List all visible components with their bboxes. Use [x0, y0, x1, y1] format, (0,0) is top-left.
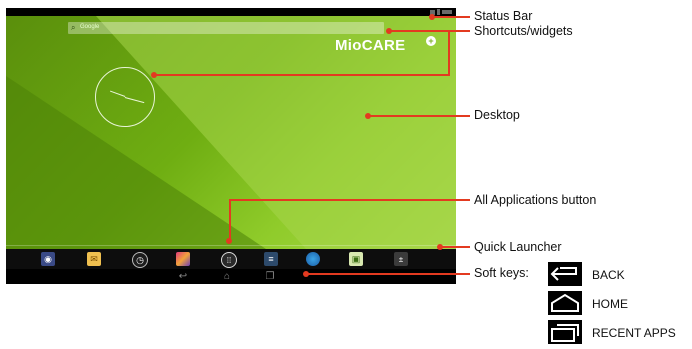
all-apps-icon[interactable]: ⁞⁞	[221, 252, 237, 268]
all-apps-callout-vertical	[229, 199, 231, 241]
shortcuts-callout-line	[390, 30, 470, 32]
desktop-label: Desktop	[474, 108, 520, 122]
browser-icon[interactable]	[306, 252, 320, 266]
clock-readout-icon	[442, 10, 452, 14]
all-apps-callout-line	[229, 199, 470, 201]
soft-keys-label: Soft keys:	[474, 266, 529, 280]
soft-keys-callout-dot	[303, 271, 309, 277]
status-bar-callout-dot	[429, 14, 435, 20]
status-bar-callout-line	[432, 16, 470, 18]
back-key-legend-icon	[548, 262, 582, 286]
back-key-icon[interactable]: ↩	[176, 271, 190, 282]
brand-plus-icon: +	[426, 36, 436, 46]
shortcuts-callout-dot-a	[386, 28, 392, 34]
gallery-icon[interactable]	[176, 252, 190, 266]
home-key-legend-icon	[548, 291, 582, 315]
camera-icon[interactable]: ◉	[41, 252, 55, 266]
desktop-callout-dot	[365, 113, 371, 119]
analog-clock-widget[interactable]	[95, 67, 155, 127]
home-key-icon[interactable]: ⌂	[220, 271, 234, 282]
desktop-callout-line	[368, 115, 470, 117]
status-bar	[6, 8, 456, 16]
clock-hour-hand	[109, 90, 126, 97]
shortcuts-label: Shortcuts/widgets	[474, 24, 573, 38]
clock-minute-hand	[124, 97, 145, 104]
quick-launcher-label: Quick Launcher	[474, 240, 562, 254]
recent-apps-key-legend-icon	[548, 320, 582, 344]
quick-launcher-callout-dot	[437, 244, 443, 250]
battery-icon	[437, 9, 440, 15]
soft-keys-bar: ↩ ⌂ ❐	[6, 269, 456, 284]
all-apps-label: All Applications button	[474, 193, 597, 207]
calculator-icon[interactable]: ±	[394, 252, 408, 266]
back-legend-label: BACK	[592, 268, 625, 282]
search-hint: Google	[80, 24, 100, 30]
launcher-icon[interactable]: ▣	[349, 252, 363, 266]
shortcuts-callout-vertical	[448, 30, 450, 75]
quick-launcher-callout-line	[440, 246, 470, 248]
soft-keys-callout-line	[306, 273, 470, 275]
quick-launcher: ◉ ✉ ◷ ⁞⁞ ≡ ▣ ±	[6, 249, 456, 269]
shortcuts-callout-dot-b	[151, 72, 157, 78]
brand-logo: MioCARE	[335, 37, 406, 54]
all-apps-callout-dot	[226, 238, 232, 244]
email-icon[interactable]: ✉	[87, 252, 101, 266]
recent-apps-legend-label: RECENT APPS	[592, 326, 676, 340]
search-icon: ⌕	[71, 23, 76, 32]
desktop: ⌕ Google MioCARE +	[6, 16, 456, 249]
status-bar-label: Status Bar	[474, 9, 533, 23]
shortcuts-callout-branch	[155, 74, 450, 76]
home-legend-label: HOME	[592, 297, 628, 311]
recent-apps-key-icon[interactable]: ❐	[263, 271, 277, 282]
settings-icon[interactable]: ≡	[264, 252, 278, 266]
clock-icon[interactable]: ◷	[132, 252, 148, 268]
search-widget[interactable]: ⌕ Google	[68, 22, 384, 34]
dock-divider	[6, 245, 456, 246]
